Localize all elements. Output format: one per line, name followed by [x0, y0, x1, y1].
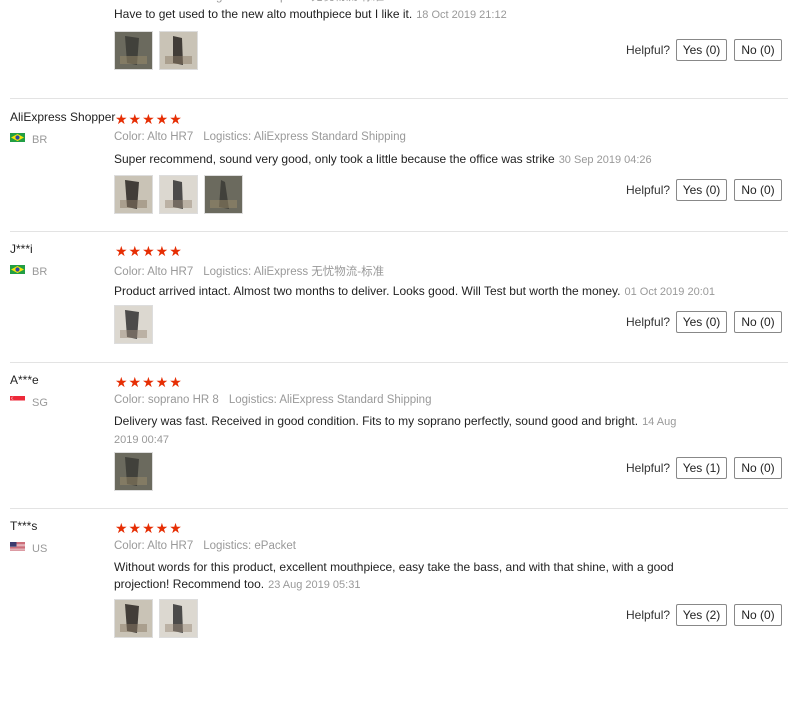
review-photo-thumbnail[interactable]: [159, 599, 198, 638]
review-item: A***e SG ★★★★★ Color: soprano HR 8 Logistics…: [10, 373, 788, 509]
helpful-yes-button[interactable]: Yes (0): [676, 311, 727, 333]
review-separator: [10, 231, 788, 232]
review-photo-thumbnail[interactable]: [114, 31, 153, 70]
review-meta: Color: Alto HR7 Logistics: AliExpress 无忧物…: [114, 0, 394, 4]
review-meta: Color: Alto HR7 Logistics: AliExpress 无忧物…: [114, 263, 394, 279]
helpful-label: Helpful?: [626, 315, 671, 329]
review-photo-thumbnail[interactable]: [159, 175, 198, 214]
logistics-info: Logistics: AliExpress Standard Shipping: [203, 131, 406, 143]
review-photos: [114, 31, 204, 75]
product-color: Color: soprano HR 8: [114, 394, 219, 406]
helpful-yes-button[interactable]: Yes (0): [676, 179, 727, 201]
logistics-info: Logistics: AliExpress 无忧物流-标准: [203, 0, 384, 3]
review-text-block: Product arrived intact. Almost two month…: [114, 283, 734, 301]
helpful-yes-button[interactable]: Yes (0): [676, 39, 727, 61]
review-meta: Color: Alto HR7 Logistics: ePacket: [114, 540, 306, 552]
review-photos: [114, 305, 159, 349]
review-photo-thumbnail[interactable]: [114, 305, 153, 344]
review-photo-thumbnail[interactable]: [114, 599, 153, 638]
reviewer-name: J***i: [10, 242, 33, 256]
helpful-yes-button[interactable]: Yes (1): [676, 457, 727, 479]
sg-flag-icon: [10, 396, 27, 407]
helpful-no-button[interactable]: No (0): [734, 604, 782, 626]
review-text-block: Delivery was fast. Received in good cond…: [114, 413, 689, 449]
helpful-label: Helpful?: [626, 43, 671, 57]
product-color: Color: Alto HR7: [114, 266, 194, 278]
review-text: Without words for this product, excellen…: [114, 560, 674, 591]
review-photos: [114, 452, 159, 496]
review-photo-thumbnail[interactable]: [204, 175, 243, 214]
helpful-no-button[interactable]: No (0): [734, 179, 782, 201]
review-text-block: Have to get used to the new alto mouthpi…: [114, 6, 714, 24]
review-photos: [114, 175, 249, 219]
review-text: Have to get used to the new alto mouthpi…: [114, 7, 413, 21]
review-item: AliExpress Shopper BR ★★★★★ Color: Alto HR7…: [10, 110, 788, 232]
reviewer-country: UK: [10, 0, 47, 2]
star-rating: ★★★★★: [115, 374, 183, 390]
reviewer-name: A***e: [10, 373, 39, 387]
country-code: BR: [32, 266, 48, 278]
helpful-label: Helpful?: [626, 183, 671, 197]
country-code: BR: [32, 134, 48, 146]
helpful-no-button[interactable]: No (0): [734, 39, 782, 61]
review-item: J***i BR ★★★★★ Color: Alto HR7 Logistics: Al…: [10, 242, 788, 363]
helpful-label: Helpful?: [626, 608, 671, 622]
reviewer-country: BR: [10, 133, 47, 146]
reviewer-country: BR: [10, 265, 47, 278]
review-date: 01 Oct 2019 20:01: [624, 286, 715, 298]
review-item: UK Color: Alto HR7 Logistics: AliExpress 无…: [10, 0, 788, 99]
star-rating: ★★★★★: [115, 243, 183, 259]
product-color: Color: Alto HR7: [114, 0, 193, 3]
helpful-label: Helpful?: [626, 461, 671, 475]
star-rating: ★★★★★: [115, 111, 183, 127]
review-date: 18 Oct 2019 21:12: [416, 9, 507, 21]
reviewer-country: SG: [10, 396, 48, 409]
logistics-info: Logistics: AliExpress Standard Shipping: [228, 394, 432, 406]
review-photo-thumbnail[interactable]: [114, 175, 153, 214]
helpful-no-button[interactable]: No (0): [734, 311, 782, 333]
logistics-info: Logistics: ePacket: [203, 540, 296, 552]
br-flag-icon: [10, 133, 27, 144]
review-text-block: Super recommend, sound very good, only t…: [114, 151, 714, 169]
country-code: SG: [32, 397, 48, 409]
review-separator: [10, 508, 788, 509]
product-color: Color: Alto HR7: [114, 131, 194, 143]
us-flag-icon: [10, 542, 27, 553]
helpful-no-button[interactable]: No (0): [734, 457, 782, 479]
br-flag-icon: [10, 265, 27, 276]
review-separator: [10, 362, 788, 363]
helpful-yes-button[interactable]: Yes (2): [676, 604, 727, 626]
review-date: 30 Sep 2019 04:26: [558, 154, 652, 166]
product-color: Color: Alto HR7: [114, 540, 194, 552]
logistics-info: Logistics: AliExpress 无忧物流-标准: [203, 266, 385, 278]
country-code: US: [32, 543, 48, 555]
review-photo-thumbnail[interactable]: [159, 31, 198, 70]
review-item: T***s US ★★★★★ Color: Alto HR7 Logistics: eP…: [10, 519, 788, 719]
review-meta: Color: Alto HR7 Logistics: AliExpress Sta…: [114, 131, 416, 143]
review-photos: [114, 599, 204, 643]
review-text: Delivery was fast. Received in good cond…: [114, 414, 639, 428]
reviewer-name: T***s: [10, 519, 38, 533]
review-text-block: Without words for this product, excellen…: [114, 559, 674, 594]
review-separator: [10, 98, 788, 99]
review-text: Super recommend, sound very good, only t…: [114, 152, 555, 166]
star-rating: ★★★★★: [115, 520, 183, 536]
review-date: 23 Aug 2019 05:31: [268, 579, 361, 591]
reviewer-name: AliExpress Shopper: [10, 110, 116, 124]
review-meta: Color: soprano HR 8 Logistics: AliExpress…: [114, 394, 441, 406]
reviewer-country: US: [10, 542, 47, 555]
country-code: UK: [32, 0, 47, 2]
review-text: Product arrived intact. Almost two month…: [114, 284, 621, 298]
review-photo-thumbnail[interactable]: [114, 452, 153, 491]
